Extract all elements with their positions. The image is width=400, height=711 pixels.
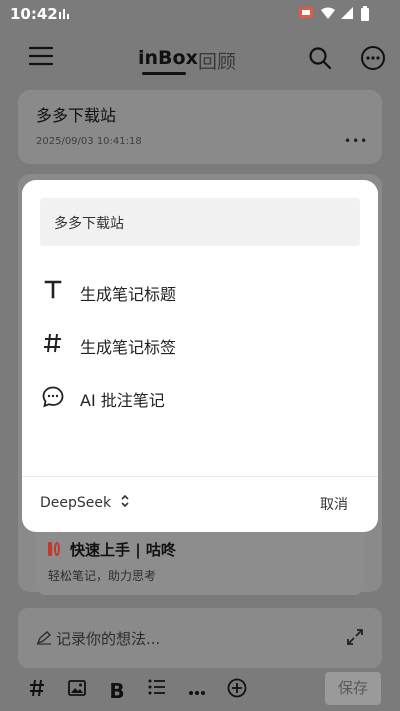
note-card[interactable]: 多多下载站 2025/09/03 10:41:18 ••• [18, 90, 382, 164]
save-button[interactable]: 保存 [325, 672, 381, 705]
hash-icon [40, 332, 66, 356]
signal-icon [58, 6, 70, 23]
hamburger-menu-icon[interactable] [28, 46, 54, 70]
battery-icon [360, 6, 370, 25]
note-title: 多多下载站 [36, 106, 117, 125]
option-label: 生成笔记标签 [80, 338, 177, 357]
status-bar: 10:42 [0, 0, 400, 28]
image-icon[interactable] [64, 678, 90, 704]
quickstart-subtitle: 轻松笔记，助力思考 [48, 569, 157, 583]
pencil-icon [36, 630, 52, 649]
cancel-button[interactable]: 取消 [320, 494, 348, 514]
model-name: DeepSeek [40, 495, 112, 511]
wifi-icon [320, 6, 336, 23]
add-circle-icon[interactable] [224, 678, 250, 704]
option-generate-title[interactable]: 生成笔记标题 [40, 271, 360, 311]
list-icon[interactable] [144, 678, 170, 704]
bold-icon[interactable]: B [104, 678, 130, 704]
option-ai-annotate[interactable]: AI 批注笔记 [40, 377, 360, 417]
more-circle-icon[interactable] [360, 45, 386, 75]
editor-placeholder: 记录你的想法... [56, 630, 161, 648]
note-editor[interactable]: 记录你的想法... [18, 608, 382, 668]
status-time: 10:42 [10, 5, 58, 23]
quickstart-logo-icon [54, 542, 60, 556]
option-label: 生成笔记标题 [80, 285, 177, 304]
cell-signal-icon [340, 6, 354, 23]
dialog-note-preview: 多多下载站 [40, 198, 360, 246]
note-date: 2025/09/03 10:41:18 [36, 136, 142, 147]
quickstart-card[interactable]: 快速上手 | 咕咚 轻松笔记，助力思考 [36, 525, 364, 595]
quickstart-title: 快速上手 | 咕咚 [70, 541, 176, 559]
quickstart-marker [48, 542, 52, 556]
text-t-icon [40, 279, 66, 303]
tab-active-indicator [142, 72, 186, 75]
more-horizontal-icon[interactable] [184, 678, 210, 704]
cast-icon [298, 6, 314, 23]
option-generate-tags[interactable]: 生成笔记标签 [40, 324, 360, 364]
tab-review[interactable]: 回顾 [198, 47, 236, 74]
ai-actions-dialog: 多多下载站 生成笔记标题 生成笔记标签 AI 批注笔记 DeepSeek 取消 [22, 180, 378, 532]
hash-tag-icon[interactable] [24, 678, 50, 704]
dialog-divider [22, 476, 378, 477]
model-selector[interactable]: DeepSeek [40, 494, 130, 512]
tab-inbox[interactable]: inBox [138, 47, 198, 69]
note-more-icon[interactable]: ••• [344, 134, 368, 148]
chat-bubble-icon [40, 385, 66, 409]
app-header: inBox 回顾 [0, 28, 400, 88]
option-label: AI 批注笔记 [80, 391, 165, 410]
dialog-note-text: 多多下载站 [54, 216, 124, 232]
search-icon[interactable] [308, 46, 332, 74]
chevron-updown-icon [120, 494, 130, 512]
expand-icon[interactable] [346, 628, 364, 650]
